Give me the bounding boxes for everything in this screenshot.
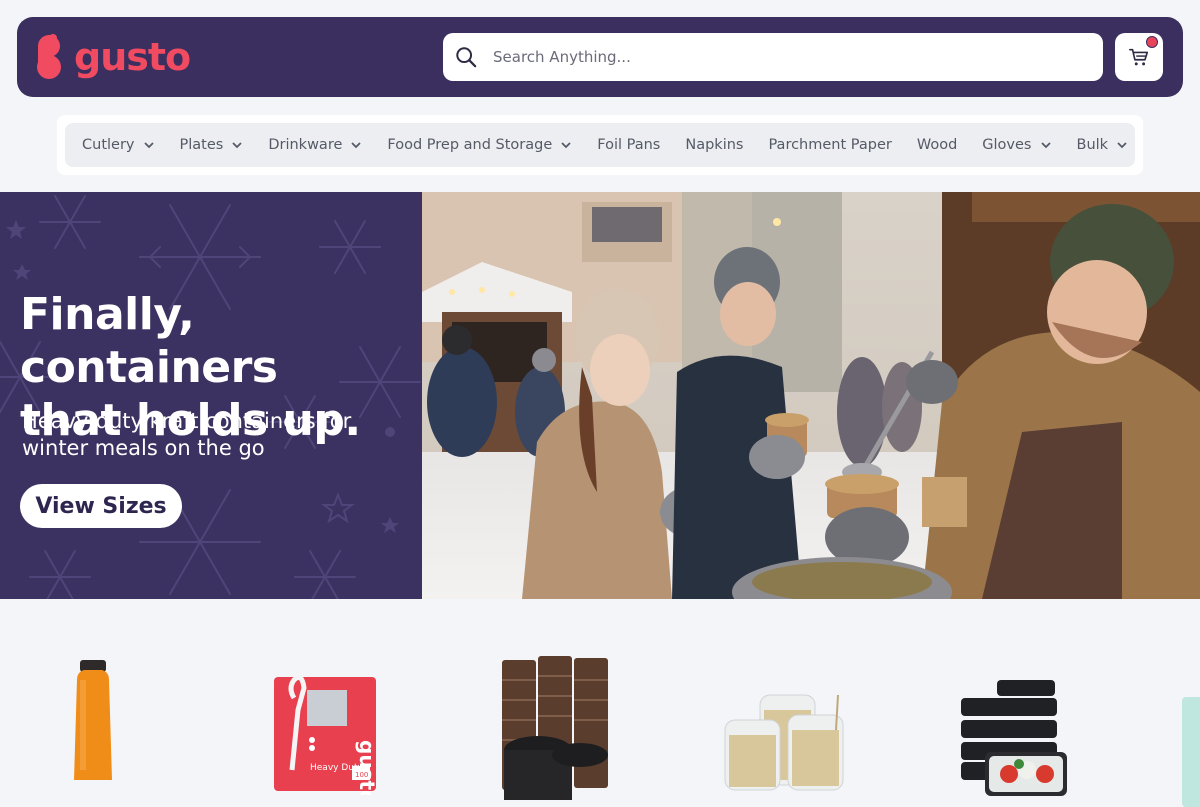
chevron-down-icon [232, 142, 242, 149]
nav-item-label: Parchment Paper [768, 137, 892, 153]
nav-item-cutlery[interactable]: Cutlery [65, 137, 155, 153]
cart-icon [1129, 48, 1149, 66]
hero-subtitle-line2: winter meals on the go [22, 436, 265, 460]
logo-text: gusto [74, 35, 191, 79]
search-input[interactable] [491, 47, 1055, 67]
gusto-logo[interactable]: gusto [36, 33, 191, 81]
product-paper-cups[interactable] [498, 640, 613, 804]
chevron-down-icon [143, 142, 154, 149]
nav-item-gloves[interactable]: Gloves [965, 137, 1051, 153]
site-header: gusto [17, 17, 1183, 97]
juice-bottle-icon [74, 660, 112, 780]
nav-item-bulk[interactable]: Bulk [1060, 137, 1129, 153]
winter-market-illustration [422, 192, 1200, 599]
product-strip: Heavy Duty gusto 100 [0, 640, 1200, 807]
nav-item-wood[interactable]: Wood [900, 137, 957, 153]
nav-item-label: Plates [179, 137, 224, 153]
hero-photo [422, 192, 1200, 599]
nav-item-label: Foil Pans [597, 137, 661, 153]
paper-cups-icon [502, 656, 608, 800]
nav-item-drinkware[interactable]: Drinkware [251, 137, 362, 153]
view-sizes-button[interactable]: View Sizes [20, 484, 182, 528]
product-partial-image [1182, 697, 1200, 807]
nav-item-label: Napkins [685, 137, 744, 153]
hero-subtitle: Heavy-duty kraft containers for winter m… [22, 408, 402, 462]
product-toothpicks[interactable] [720, 640, 850, 799]
nav-item-parchment-paper[interactable]: Parchment Paper [751, 137, 891, 153]
nav-item-label: Wood [916, 137, 958, 153]
nav-item-label: Gloves [982, 137, 1032, 153]
chevron-down-icon [351, 142, 362, 149]
hero-title-line1: Finally, containers [20, 289, 278, 393]
product-meal-prep-containers[interactable] [955, 640, 1070, 804]
nav-item-label: Food Prep and Storage [387, 137, 553, 153]
hero-subtitle-line1: Heavy-duty kraft containers for [22, 409, 352, 433]
product-partial-next[interactable] [1182, 697, 1200, 807]
category-nav: Cutlery Plates Drinkware Food Prep and S… [65, 123, 1135, 167]
hero-banner: Finally, containers that holds up. Heavy… [0, 192, 1200, 599]
nav-item-label: Bulk [1076, 137, 1109, 153]
search-bar[interactable] [443, 33, 1103, 81]
meal-prep-containers-icon [961, 680, 1067, 796]
chevron-down-icon [561, 142, 571, 149]
hero-text-panel: Finally, containers that holds up. Heavy… [0, 192, 422, 599]
toothpick-jars-icon [724, 694, 844, 791]
chevron-down-icon [1117, 142, 1127, 149]
search-icon[interactable] [455, 46, 477, 68]
nav-item-napkins[interactable]: Napkins [668, 137, 743, 153]
nav-item-plates[interactable]: Plates [163, 137, 244, 153]
logo-mark-icon [37, 34, 61, 79]
cutlery-box-count: 100 [355, 771, 368, 779]
nav-item-label: Cutlery [82, 137, 135, 153]
cart-notification-badge [1146, 36, 1158, 48]
nav-item-foil-pans[interactable]: Foil Pans [580, 137, 660, 153]
product-juice-bottle[interactable] [70, 640, 116, 789]
nav-item-food-prep[interactable]: Food Prep and Storage [370, 137, 572, 153]
product-cutlery-box[interactable]: Heavy Duty gusto 100 [272, 640, 380, 804]
chevron-down-icon [1040, 142, 1051, 149]
cart-button[interactable] [1115, 33, 1163, 81]
cutlery-box-icon: Heavy Duty gusto 100 [274, 674, 379, 804]
nav-item-label: Drinkware [268, 137, 343, 153]
category-nav-container: Cutlery Plates Drinkware Food Prep and S… [57, 115, 1143, 175]
